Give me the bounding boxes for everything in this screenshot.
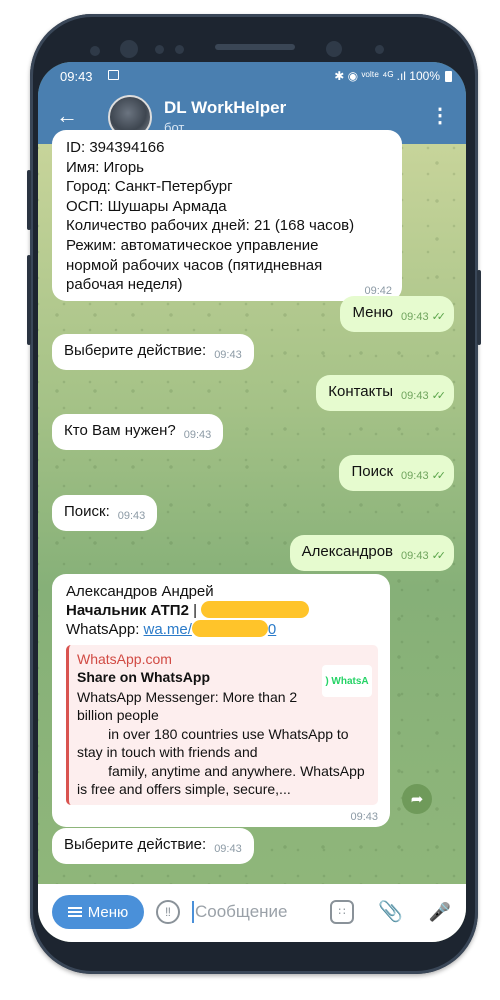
iris-sensor bbox=[326, 41, 342, 57]
double-check-icon: ✓✓ bbox=[431, 550, 447, 562]
incoming-message[interactable]: Кто Вам нужен? 09:43 bbox=[52, 414, 224, 450]
info-line: Город: Санкт-Петербург bbox=[66, 178, 233, 196]
message-time: 09:43 bbox=[401, 390, 429, 402]
message-time: 09:43 bbox=[183, 429, 212, 441]
double-check-icon: ✓✓ bbox=[431, 390, 447, 402]
outgoing-message[interactable]: Александров 09:43 ✓✓ bbox=[289, 535, 454, 571]
contact-separator: | bbox=[188, 602, 202, 619]
microphone-icon[interactable]: 🎤 bbox=[428, 900, 452, 924]
attach-icon[interactable]: 📎 bbox=[378, 900, 403, 924]
more-vertical-icon[interactable]: ⋮ bbox=[430, 103, 450, 128]
bot-info-message[interactable]: ID: 394394166 Имя: Игорь Город: Санкт-Пе… bbox=[52, 130, 402, 301]
info-line: рабочая неделя) bbox=[66, 276, 183, 294]
message-time: 09:43 bbox=[401, 470, 429, 482]
sensor-dot bbox=[175, 45, 184, 54]
volume-button bbox=[27, 170, 31, 230]
status-bar: 09:43 ✱ ◉ ᵛᵒˡᵗᵉ ⁴ᴳ .ıl 100% bbox=[38, 62, 466, 90]
info-line: Имя: Игорь bbox=[66, 158, 144, 176]
message-time: 09:43 bbox=[401, 311, 429, 323]
front-camera bbox=[120, 40, 138, 58]
double-check-icon: ✓✓ bbox=[431, 470, 447, 482]
menu-icon bbox=[67, 907, 82, 917]
bot-commands-icon[interactable]: ∷ bbox=[330, 900, 354, 924]
message-text: Кто Вам нужен? bbox=[64, 422, 176, 439]
info-line: ОСП: Шушары Армада bbox=[66, 197, 227, 215]
sensor-dot bbox=[375, 45, 384, 54]
whatsapp-link[interactable]: wa.me/ bbox=[144, 621, 192, 638]
bot-menu-button[interactable]: Меню bbox=[52, 895, 144, 929]
outgoing-message[interactable]: Меню 09:43 ✓✓ bbox=[340, 296, 454, 332]
redacted-phone bbox=[201, 601, 310, 618]
text-cursor bbox=[192, 901, 194, 923]
preview-description: WhatsApp Messenger: More than 2 billion … bbox=[77, 689, 365, 798]
battery-icon bbox=[445, 70, 452, 82]
contact-message[interactable]: Александров Андрей Начальник АТП2 | What… bbox=[52, 574, 390, 827]
outgoing-message[interactable]: Контакты 09:43 ✓✓ bbox=[316, 375, 454, 411]
whatsapp-link-tail[interactable]: 0 bbox=[268, 621, 276, 638]
status-time: 09:43 bbox=[60, 69, 93, 84]
sensor-dot bbox=[155, 45, 164, 54]
incoming-message[interactable]: Выберите действие: 09:43 bbox=[52, 334, 254, 370]
info-line: Количество рабочих дней: 21 (168 часов) bbox=[66, 217, 355, 235]
whatsapp-logo-thumbnail: ) WhatsA bbox=[322, 665, 372, 697]
message-text: Выберите действие: bbox=[64, 836, 207, 853]
share-icon[interactable]: ➦ bbox=[402, 784, 432, 814]
info-line: ID: 394394166 bbox=[66, 139, 165, 156]
incoming-message[interactable]: Поиск: 09:43 bbox=[52, 495, 158, 531]
message-time: 09:43 bbox=[350, 810, 378, 823]
redacted-link bbox=[191, 620, 268, 637]
back-arrow-icon[interactable]: ← bbox=[56, 103, 78, 129]
message-time: 09:43 bbox=[117, 510, 146, 522]
whatsapp-label: WhatsApp: bbox=[66, 621, 144, 638]
link-preview[interactable]: WhatsApp.com Share on WhatsApp WhatsApp … bbox=[66, 645, 378, 805]
bixby-button bbox=[27, 255, 31, 345]
status-right-text: ✱ ◉ ᵛᵒˡᵗᵉ ⁴ᴳ .ıl 100% bbox=[334, 69, 440, 83]
outgoing-message[interactable]: Поиск 09:43 ✓✓ bbox=[339, 455, 454, 491]
image-notification-icon bbox=[108, 70, 119, 80]
message-text: Выберите действие: bbox=[64, 342, 207, 359]
message-time: 09:43 bbox=[214, 349, 242, 361]
contact-position: Начальник АТП2 bbox=[66, 602, 189, 619]
message-time: 09:42 bbox=[364, 284, 392, 297]
status-indicators: ✱ ◉ ᵛᵒˡᵗᵉ ⁴ᴳ .ıl 100% bbox=[334, 69, 452, 83]
message-text: Поиск bbox=[351, 463, 394, 480]
message-text: Контакты bbox=[328, 383, 394, 400]
incoming-message[interactable]: Выберите действие: 09:43 bbox=[52, 828, 254, 864]
power-button bbox=[477, 270, 481, 345]
emoji-icon[interactable]: ‼ bbox=[156, 900, 180, 924]
info-line: Режим: автоматическое управление bbox=[66, 236, 319, 254]
message-text: Александров bbox=[301, 543, 394, 560]
chat-title[interactable]: DL WorkHelper bbox=[164, 98, 286, 118]
menu-button-label: Меню bbox=[87, 903, 129, 921]
message-time: 09:43 bbox=[214, 843, 242, 855]
earpiece-speaker bbox=[215, 44, 295, 50]
message-text: Поиск: bbox=[64, 503, 110, 520]
message-time: 09:43 bbox=[401, 550, 429, 562]
message-list[interactable]: ID: 394394166 Имя: Игорь Город: Санкт-Пе… bbox=[38, 130, 466, 884]
sensor-dot bbox=[90, 46, 100, 56]
input-bar: Меню ‼ Сообщение ∷ 📎 🎤 bbox=[38, 884, 466, 942]
double-check-icon: ✓✓ bbox=[431, 311, 447, 323]
info-line: нормой рабочих часов (пятидневная bbox=[66, 256, 323, 274]
contact-name: Александров Андрей bbox=[66, 583, 214, 600]
message-text: Меню bbox=[352, 304, 394, 321]
message-input[interactable]: Сообщение bbox=[195, 902, 288, 922]
phone-screen: 09:43 ✱ ◉ ᵛᵒˡᵗᵉ ⁴ᴳ .ıl 100% ← DL WorkHel… bbox=[38, 62, 466, 942]
